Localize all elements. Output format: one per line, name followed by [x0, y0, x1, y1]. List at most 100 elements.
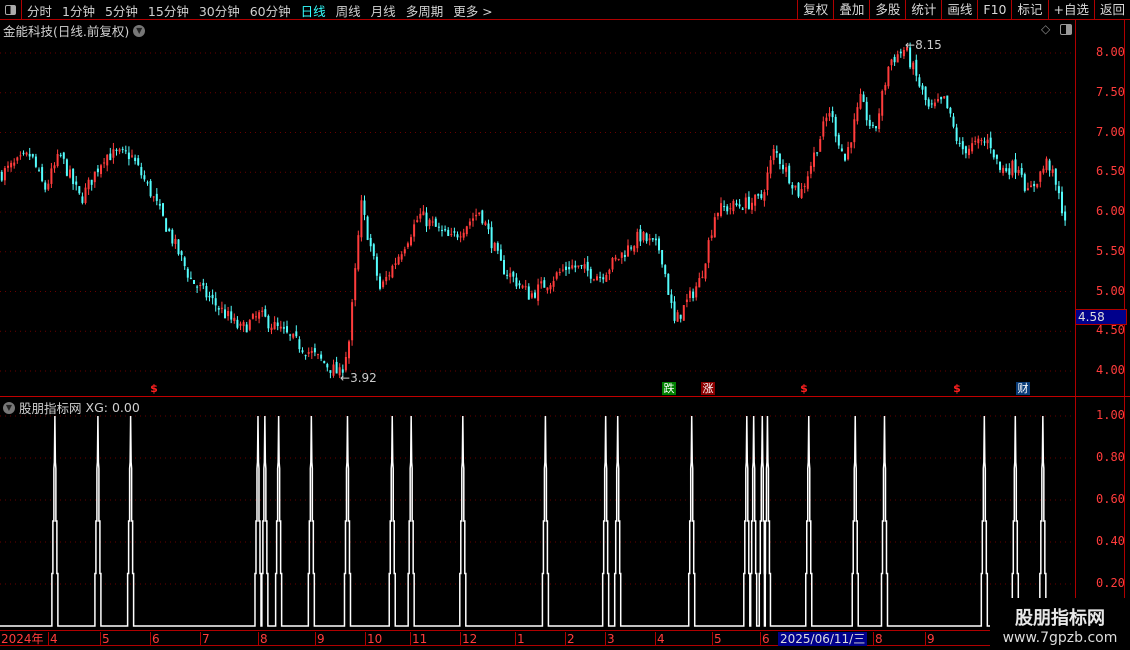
candle-body — [664, 265, 667, 275]
candle-body — [933, 102, 936, 107]
candle-body — [788, 165, 791, 184]
event-marker[interactable]: 财 — [1016, 382, 1030, 395]
candle-body — [825, 117, 828, 122]
candle-body — [865, 101, 868, 121]
candle-body — [1030, 185, 1033, 188]
candle-body — [196, 286, 199, 288]
pane-separator[interactable] — [0, 396, 1130, 397]
event-marker[interactable]: 涨 — [701, 382, 715, 395]
candle-body — [152, 196, 155, 198]
candle-body — [307, 352, 310, 354]
month-tick: 7 — [200, 632, 210, 646]
candle-body — [93, 171, 96, 183]
candle-body — [974, 140, 977, 142]
candle-body — [310, 351, 313, 353]
candle-body — [884, 85, 887, 91]
candle-body — [131, 155, 134, 157]
candle-body — [162, 203, 165, 216]
candle-body — [431, 221, 434, 223]
candle-body — [317, 354, 320, 356]
candle-body — [955, 127, 958, 142]
candle-body — [611, 258, 614, 270]
candle-body — [673, 301, 676, 321]
candle-body — [623, 254, 626, 258]
candle-body — [630, 247, 633, 249]
candle-body — [84, 187, 87, 204]
candle-body — [273, 321, 276, 330]
candle-body — [50, 168, 53, 184]
candle-body — [732, 200, 735, 212]
event-marker[interactable]: 跌 — [662, 382, 676, 395]
candle-body — [899, 51, 902, 54]
candle-body — [534, 292, 537, 298]
candle-body — [782, 164, 785, 170]
candle-body — [1008, 168, 1011, 175]
candle-body — [1039, 171, 1042, 182]
candle-body — [986, 139, 989, 144]
candle-body — [385, 276, 388, 282]
chevron-down-icon[interactable]: ▼ — [3, 401, 15, 414]
candle-body — [930, 103, 933, 105]
candle-body — [3, 168, 6, 181]
candle-body — [521, 285, 524, 288]
month-tick: 5 — [100, 632, 110, 646]
candle-body — [354, 268, 357, 301]
candle-body — [137, 158, 140, 165]
candle-body — [589, 269, 592, 279]
event-marker[interactable]: $ — [797, 382, 811, 395]
indicator-name: 股朋指标网 — [19, 401, 82, 416]
candle-body — [264, 309, 267, 317]
candle-body — [375, 256, 378, 276]
candle-body — [791, 184, 794, 189]
candle-body — [72, 168, 75, 185]
candle-body — [251, 314, 254, 319]
candle-body — [540, 281, 543, 284]
candle-body — [723, 206, 726, 208]
candle-body — [1036, 183, 1039, 188]
candle-body — [840, 148, 843, 152]
month-tick: 3 — [605, 632, 615, 646]
candle-body — [670, 294, 673, 303]
candle-body — [289, 334, 292, 336]
candle-body — [658, 238, 661, 251]
candle-body — [766, 172, 769, 191]
candle-body — [1042, 168, 1045, 173]
candle-body — [100, 165, 103, 174]
candle-body — [893, 56, 896, 63]
candle-body — [298, 339, 301, 350]
event-marker[interactable]: $ — [147, 382, 161, 395]
candle-body — [447, 229, 450, 236]
candle-body — [90, 179, 93, 185]
indicator-title[interactable]: ▼ 股朋指标网 XG: 0.00 — [3, 398, 140, 417]
candle-body — [391, 265, 394, 278]
candle-body — [286, 326, 289, 333]
candle-body — [720, 203, 723, 216]
y-axis-line — [1075, 20, 1076, 630]
candle-body — [881, 90, 884, 116]
candle-body — [13, 162, 16, 166]
candle-body — [503, 259, 506, 275]
candle-body — [351, 302, 354, 341]
candle-body — [633, 246, 636, 252]
candle-body — [760, 194, 763, 199]
candle-body — [124, 150, 127, 152]
candle-body — [158, 203, 161, 206]
candle-body — [109, 153, 112, 161]
candle-body — [487, 223, 490, 230]
candle-body — [1020, 168, 1023, 175]
candle-body — [679, 314, 682, 319]
price-tick: 5.50 — [1096, 243, 1125, 258]
candle-body — [1061, 191, 1064, 214]
candle-body — [332, 364, 335, 376]
candle-body — [924, 86, 927, 101]
candle-body — [937, 99, 940, 102]
event-marker[interactable]: $ — [950, 382, 964, 395]
candle-body — [465, 226, 468, 235]
candle-body — [921, 85, 924, 90]
candle-body — [239, 323, 242, 326]
candle-body — [586, 261, 589, 271]
candle-body — [394, 263, 397, 265]
candle-body — [509, 273, 512, 278]
candle-body — [558, 272, 561, 274]
candle-body — [403, 249, 406, 254]
